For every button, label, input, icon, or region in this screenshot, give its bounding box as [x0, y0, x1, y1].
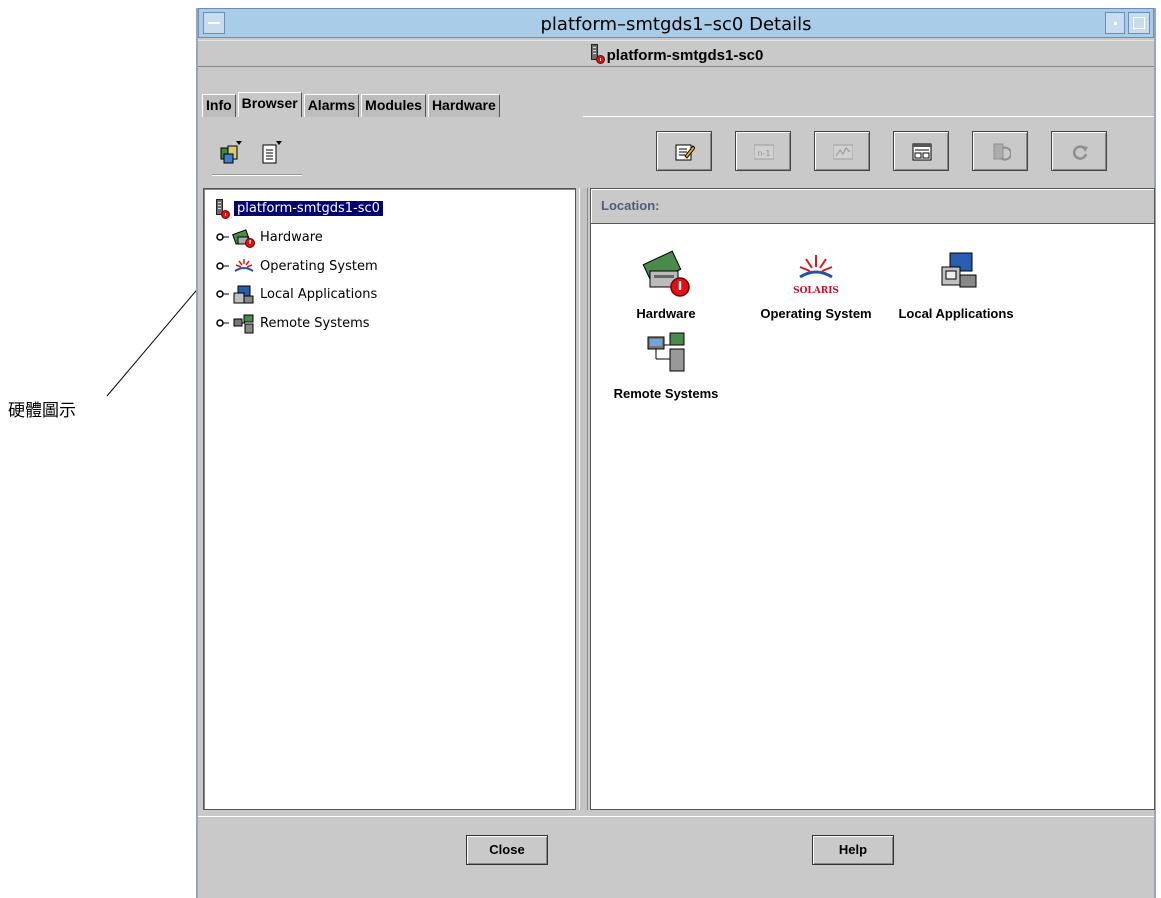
tree-pane[interactable]: platform-smtgds1-sc0 Hardware Operating … [203, 188, 576, 810]
expand-toggle-icon[interactable] [216, 233, 230, 242]
remote-systems-icon [647, 332, 685, 372]
content-pane: Location: Hardware SOLARIS Operating Sys… [590, 188, 1155, 810]
window-title: platform–smtgds1–sc0 Details [540, 14, 812, 35]
location-bar: Location: [591, 189, 1154, 224]
grid-item-label: Operating System [760, 306, 872, 321]
hardware-icon [642, 250, 690, 297]
edit-attributes-icon [675, 144, 695, 161]
expand-toggle-icon[interactable] [216, 262, 230, 271]
expand-toggle-icon[interactable] [216, 290, 230, 299]
view-selector-icon[interactable] [218, 140, 244, 168]
grid-item-local-applications[interactable]: Local Applications [881, 249, 1031, 321]
grid-item-hardware[interactable]: Hardware [611, 249, 721, 321]
server-alarm-icon [589, 44, 605, 64]
remote-systems-icon [233, 314, 254, 334]
local-applications-icon [233, 285, 254, 304]
solaris-icon [234, 259, 254, 272]
header-bar: platform-smtgds1-sc0 [198, 40, 1154, 67]
location-label: Location: [601, 198, 660, 213]
tab-hardware[interactable]: Hardware [427, 94, 500, 117]
tab-divider [583, 116, 1154, 118]
tab-bar: Info Browser Alarms Modules Hardware [202, 92, 502, 117]
n-1-text: n-1 [757, 149, 770, 158]
minimize-button[interactable] [1105, 12, 1125, 34]
hardware-icon [232, 229, 255, 248]
header-host: platform-smtgds1-sc0 [606, 47, 764, 64]
n-1-icon: n-1 [754, 144, 774, 160]
grid-item-remote-systems[interactable]: Remote Systems [611, 329, 721, 401]
local-applications-icon [941, 252, 977, 288]
refresh-data-icon [993, 143, 1011, 161]
graph-button[interactable] [814, 131, 870, 171]
grid-item-operating-system[interactable]: SOLARIS Operating System [751, 249, 881, 321]
tree-item-label: Remote Systems [260, 316, 370, 331]
close-button[interactable]: Close [466, 835, 548, 865]
graph-icon [833, 144, 853, 160]
solaris-icon: SOLARIS [793, 255, 839, 296]
n-1-button[interactable]: n-1 [735, 131, 791, 171]
reload-icon [1072, 145, 1088, 160]
edit-attributes-button[interactable] [656, 131, 712, 171]
callout-label: 硬體圖示 [8, 401, 76, 421]
footer: Close Help [198, 816, 1154, 898]
grid-item-label: Hardware [636, 306, 696, 321]
properties-list-icon[interactable] [258, 140, 284, 168]
tree-item-label: Local Applications [260, 287, 378, 302]
table-view-button[interactable] [893, 131, 949, 171]
reload-button[interactable] [1051, 131, 1107, 171]
tab-browser[interactable]: Browser [237, 92, 302, 117]
grid-item-label: Remote Systems [613, 386, 719, 401]
tree-item-label: Hardware [260, 230, 323, 245]
expand-toggle-icon[interactable] [216, 319, 230, 328]
left-toolbar [212, 138, 302, 176]
grid-item-label: Local Applications [898, 306, 1014, 321]
tree-item-label: Operating System [260, 259, 378, 274]
tree-root-label[interactable]: platform-smtgds1-sc0 [234, 201, 383, 216]
tab-modules[interactable]: Modules [361, 94, 426, 117]
tab-info[interactable]: Info [202, 94, 236, 117]
solaris-logo-text: SOLARIS [793, 286, 839, 296]
server-alarm-icon [214, 199, 230, 219]
maximize-button[interactable] [1128, 12, 1150, 34]
table-view-icon [912, 143, 932, 161]
tab-alarms[interactable]: Alarms [303, 94, 360, 117]
refresh-data-button[interactable] [972, 131, 1028, 171]
details-window: platform–smtgds1–sc0 Details platform-sm… [196, 8, 1156, 898]
pane-splitter[interactable] [579, 188, 588, 810]
help-button[interactable]: Help [812, 835, 894, 865]
title-bar[interactable]: platform–smtgds1–sc0 Details [198, 8, 1154, 38]
